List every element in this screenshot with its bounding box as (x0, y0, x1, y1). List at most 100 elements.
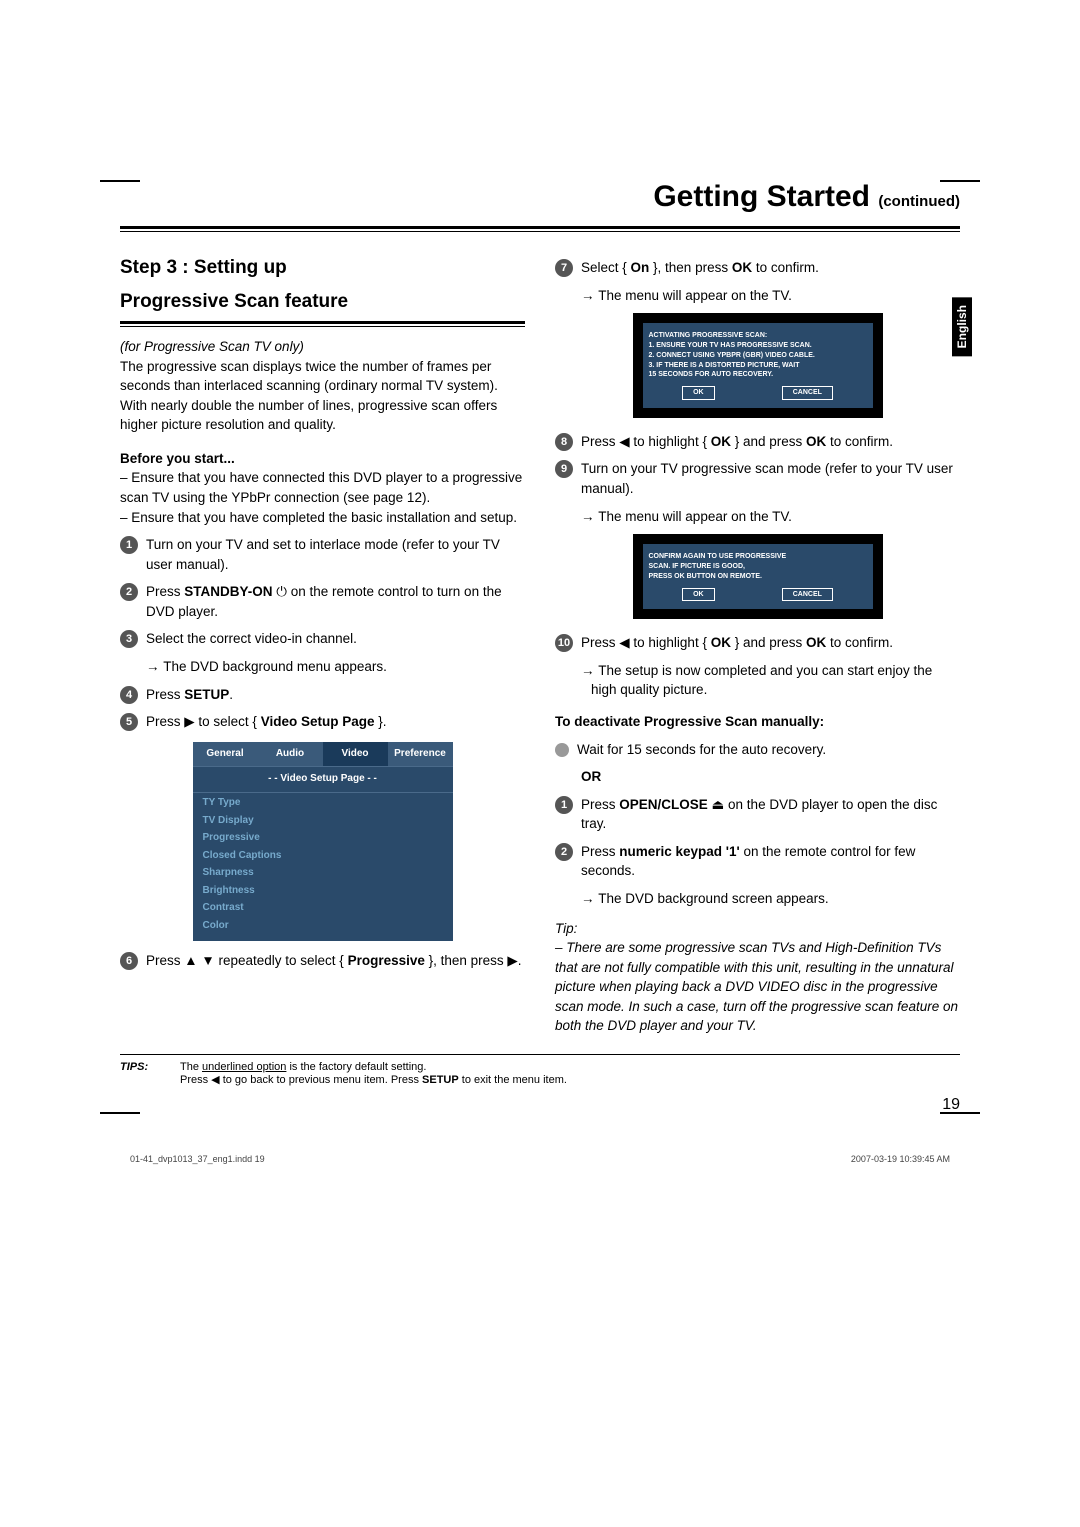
title-text: Getting Started (653, 180, 870, 213)
result-line: → The menu will appear on the TV. (581, 507, 960, 527)
step-number-icon: 1 (555, 796, 573, 814)
rule (120, 226, 960, 229)
step-number-icon: 4 (120, 686, 138, 704)
step-number-icon: 3 (120, 630, 138, 648)
menu-item: Sharpness (203, 865, 443, 883)
section-heading: Step 3 : Setting up (120, 254, 525, 282)
menu-item: Color (203, 917, 443, 935)
dialog-ok-button: OK (682, 588, 715, 602)
step-text: Press ▲ ▼ repeatedly to select { Progres… (146, 951, 525, 971)
dialog-body: ACTIVATING PROGRESSIVE SCAN: 1. ENSURE Y… (643, 323, 873, 408)
step-text: Press STANDBY-ON ⏻ on the remote control… (146, 582, 525, 621)
menu-item: Brightness (203, 882, 443, 900)
language-tab: English (952, 297, 972, 356)
menu-tab-general: General (193, 742, 258, 767)
tips-label: TIPS: (120, 1061, 180, 1086)
dialog-body: CONFIRM AGAIN TO USE PROGRESSIVE SCAN. I… (643, 544, 873, 609)
tips-footer: TIPS: The underlined option is the facto… (120, 1054, 960, 1086)
menu-tab-preference: Preference (388, 742, 453, 767)
step-5: 5 Press ▶ to select { Video Setup Page }… (120, 712, 525, 732)
step-2: 2 Press STANDBY-ON ⏻ on the remote contr… (120, 582, 525, 621)
tips-body: The underlined option is the factory def… (180, 1061, 960, 1086)
dialog-buttons: OK CANCEL (649, 588, 867, 602)
arrow-icon: → (581, 288, 598, 303)
intro-subtitle: (for Progressive Scan TV only) (120, 339, 304, 354)
menu-item: Contrast (203, 900, 443, 918)
step-number-icon: 1 (120, 536, 138, 554)
osd-dialog-activate: ACTIVATING PROGRESSIVE SCAN: 1. ENSURE Y… (633, 313, 883, 418)
step-text: Press ▶ to select { Video Setup Page }. (146, 712, 525, 732)
menu-tab-audio: Audio (258, 742, 323, 767)
rule (120, 231, 960, 232)
deactivate-step-1: 1 Press OPEN/CLOSE ⏏ on the DVD player t… (555, 795, 960, 834)
osd-dialog-confirm: CONFIRM AGAIN TO USE PROGRESSIVE SCAN. I… (633, 534, 883, 619)
step-text: Press OPEN/CLOSE ⏏ on the DVD player to … (581, 795, 960, 834)
crop-mark (940, 1112, 980, 1114)
step-text: Select { On }, then press OK to confirm. (581, 258, 960, 278)
menu-subtitle: - - Video Setup Page - - (193, 766, 453, 793)
dialog-cancel-button: CANCEL (782, 386, 833, 400)
bullet-icon (555, 743, 569, 757)
before-item: – Ensure that you have completed the bas… (120, 508, 525, 528)
print-footer-date: 2007-03-19 10:39:45 AM (851, 1154, 950, 1164)
menu-tab-video: Video (323, 742, 388, 767)
deactivate-step-2: 2 Press numeric keypad '1' on the remote… (555, 842, 960, 881)
manual-page: English Getting Started (continued) Step… (0, 0, 1080, 1224)
deactivate-heading: To deactivate Progressive Scan manually: (555, 712, 960, 732)
page-title: Getting Started (continued) (120, 180, 960, 220)
tip-block: Tip: – There are some progressive scan T… (555, 919, 960, 1036)
step-1: 1 Turn on your TV and set to interlace m… (120, 535, 525, 574)
crop-mark (940, 180, 980, 182)
step-7: 7 Select { On }, then press OK to confir… (555, 258, 960, 278)
osd-menu-screenshot: General Audio Video Preference - - Video… (193, 742, 453, 941)
dialog-ok-button: OK (682, 386, 715, 400)
arrow-icon: → (581, 891, 598, 906)
result-line: → The DVD background screen appears. (581, 889, 960, 909)
section-heading: Progressive Scan feature (120, 288, 525, 316)
step-text: Press ◀ to highlight { OK } and press OK… (581, 432, 960, 452)
result-line: → The setup is now completed and you can… (581, 661, 960, 700)
step-text: Press SETUP. (146, 685, 525, 705)
crop-mark (100, 180, 140, 182)
rule (120, 321, 525, 324)
arrow-icon: → (146, 659, 163, 674)
step-8: 8 Press ◀ to highlight { OK } and press … (555, 432, 960, 452)
step-text: Press ◀ to highlight { OK } and press OK… (581, 633, 960, 653)
right-column: 7 Select { On }, then press OK to confir… (555, 250, 960, 1036)
menu-item: Closed Captions (203, 847, 443, 865)
step-number-icon: 2 (120, 583, 138, 601)
step-text: Select the correct video-in channel. (146, 629, 525, 649)
step-text: Turn on your TV and set to interlace mod… (146, 535, 525, 574)
result-line: → The menu will appear on the TV. (581, 286, 960, 306)
step-10: 10 Press ◀ to highlight { OK } and press… (555, 633, 960, 653)
step-number-icon: 6 (120, 952, 138, 970)
menu-tabs: General Audio Video Preference (193, 742, 453, 767)
intro-body: The progressive scan displays twice the … (120, 359, 498, 433)
dialog-cancel-button: CANCEL (782, 588, 833, 602)
content-columns: Step 3 : Setting up Progressive Scan fea… (120, 250, 960, 1036)
step-4: 4 Press SETUP. (120, 685, 525, 705)
menu-item: Progressive (203, 830, 443, 848)
or-label: OR (581, 767, 960, 787)
step-6: 6 Press ▲ ▼ repeatedly to select { Progr… (120, 951, 525, 971)
step-number-icon: 2 (555, 843, 573, 861)
left-column: Step 3 : Setting up Progressive Scan fea… (120, 250, 525, 1036)
step-text: Press numeric keypad '1' on the remote c… (581, 842, 960, 881)
step-number-icon: 7 (555, 259, 573, 277)
dialog-buttons: OK CANCEL (649, 386, 867, 400)
step-number-icon: 9 (555, 460, 573, 478)
tip-label: Tip: (555, 919, 960, 939)
step-3: 3 Select the correct video-in channel. (120, 629, 525, 649)
menu-item: TV Display (203, 812, 443, 830)
step-number-icon: 10 (555, 634, 573, 652)
step-number-icon: 8 (555, 433, 573, 451)
bullet-item: Wait for 15 seconds for the auto recover… (555, 740, 960, 760)
arrow-icon: → (581, 663, 598, 678)
bullet-text: Wait for 15 seconds for the auto recover… (577, 740, 826, 760)
step-number-icon: 5 (120, 713, 138, 731)
page-number: 19 (120, 1096, 960, 1114)
intro-paragraph: (for Progressive Scan TV only) The progr… (120, 337, 525, 435)
step-text: Turn on your TV progressive scan mode (r… (581, 459, 960, 498)
result-line: → The DVD background menu appears. (146, 657, 525, 677)
title-continued: (continued) (878, 193, 960, 210)
